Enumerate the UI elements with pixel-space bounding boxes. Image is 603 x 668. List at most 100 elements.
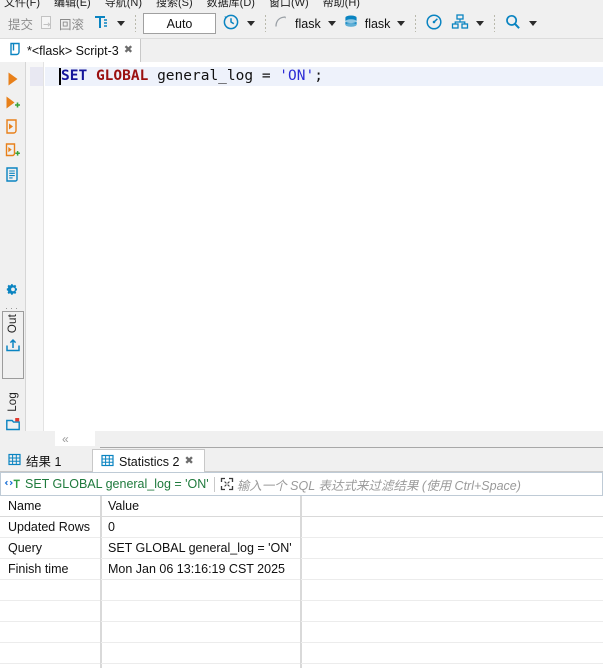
dashboard-button[interactable] <box>421 12 447 36</box>
menu-item-navigate[interactable]: 导航(N) <box>105 0 142 9</box>
connection-plug-icon <box>273 14 289 33</box>
toolbar-separator-2 <box>265 15 267 32</box>
database-selector[interactable]: flask <box>341 12 395 36</box>
commit-button[interactable]: 提交 <box>3 12 37 36</box>
dashboard-gauge-icon <box>425 13 443 34</box>
transaction-log-caret-icon[interactable] <box>247 21 256 26</box>
execute-script-new-tab-icon[interactable] <box>4 142 22 160</box>
search-button[interactable] <box>500 12 526 36</box>
chevron-left-icon[interactable]: « <box>62 433 69 445</box>
column-header-filler <box>302 496 603 517</box>
toolbar-separator-4 <box>494 15 496 32</box>
sql-statement[interactable]: SET GLOBAL general_log = 'ON'; <box>61 67 323 86</box>
filter-current-query: SET GLOBAL general_log = 'ON' <box>25 477 209 491</box>
results-tab-label: 结果 1 <box>26 455 62 469</box>
log-vertical-tab[interactable]: Log <box>2 392 24 435</box>
database-icon <box>343 14 359 33</box>
toolbar-separator-3 <box>415 15 417 32</box>
editor-side-rail: ··· Out Log <box>0 62 26 431</box>
sql-terminator: ; <box>314 68 323 84</box>
editor-tab-script-3[interactable]: *<flask> Script-3 ✖ <box>0 39 141 62</box>
transaction-mode-combo[interactable]: Auto <box>143 13 217 34</box>
schema-compare-button[interactable] <box>447 12 473 36</box>
results-filter-bar[interactable]: SET GLOBAL general_log = 'ON' 输入一个 SQL 表… <box>0 472 603 496</box>
row-filler <box>302 517 603 538</box>
settings-gear-icon[interactable] <box>4 282 22 304</box>
output-vertical-tab[interactable]: Out <box>2 314 24 356</box>
row-value[interactable]: SET GLOBAL general_log = 'ON' <box>102 538 301 559</box>
menu-bar: 文件(F) 编辑(E) 导航(N) 搜索(S) 数据库(D) 窗口(W) 帮助(… <box>0 0 603 9</box>
editor-tab-bar: *<flask> Script-3 ✖ <box>0 39 603 63</box>
column-header-value[interactable]: Value <box>102 496 301 517</box>
column-header-name[interactable]: Name <box>0 496 101 517</box>
menu-item-database[interactable]: 数据库(D) <box>207 0 255 9</box>
table-row[interactable]: Updated Rows 0 <box>0 517 603 538</box>
table-row[interactable]: Query SET GLOBAL general_log = 'ON' <box>0 538 603 559</box>
menu-item-edit[interactable]: 编辑(E) <box>54 0 91 9</box>
statistics-grid[interactable]: Name Value Updated Rows 0 Query SET GLOB… <box>0 496 603 668</box>
gutter-current-line <box>30 67 43 86</box>
table-row-empty[interactable] <box>0 622 603 643</box>
explain-plan-icon[interactable] <box>4 166 22 184</box>
transaction-mode-value: Auto <box>166 16 193 31</box>
history-clock-icon <box>222 13 240 34</box>
transaction-mode-icon <box>93 14 110 34</box>
results-tab-result-1[interactable]: 结果 1 <box>0 449 92 472</box>
filter-input[interactable]: 输入一个 SQL 表达式来过滤结果 (使用 Ctrl+Space) <box>234 475 521 494</box>
filter-expression-icon[interactable] <box>1 477 21 491</box>
results-tab-bar: 结果 1 Statistics 2 ✖ <box>0 449 603 473</box>
execute-script-icon[interactable] <box>4 94 22 112</box>
connection-caret-icon[interactable] <box>327 21 336 26</box>
sql-editor[interactable]: SET GLOBAL general_log = 'ON'; <box>26 62 603 431</box>
sql-keyword-global: GLOBAL <box>95 68 149 84</box>
results-tab-statistics-2[interactable]: Statistics 2 ✖ <box>92 449 205 473</box>
table-row-empty[interactable] <box>0 601 603 622</box>
toolbar-separator <box>135 15 137 32</box>
table-row-empty[interactable] <box>0 643 603 664</box>
table-row-empty[interactable] <box>0 664 603 668</box>
execute-statement-icon[interactable] <box>4 70 22 88</box>
dbeaver-window: 文件(F) 编辑(E) 导航(N) 搜索(S) 数据库(D) 窗口(W) 帮助(… <box>0 0 603 668</box>
transaction-log-button[interactable] <box>218 12 244 36</box>
search-caret-icon[interactable] <box>529 21 538 26</box>
results-tab-label: Statistics 2 <box>119 454 180 469</box>
rollback-button[interactable]: 回滚 <box>37 12 88 36</box>
output-tab-label: Out <box>7 314 19 334</box>
sql-string-literal: 'ON' <box>279 68 315 84</box>
schema-compare-caret-icon[interactable] <box>476 21 485 26</box>
output-icon <box>5 337 21 356</box>
database-caret-icon[interactable] <box>397 21 406 26</box>
close-icon[interactable]: ✖ <box>124 45 133 56</box>
execute-new-tab-icon[interactable] <box>4 118 22 136</box>
sql-identifier: general_log = <box>157 68 280 84</box>
editor-tab-label: *<flask> Script-3 <box>27 43 119 58</box>
menu-item-file[interactable]: 文件(F) <box>4 0 40 9</box>
main-toolbar: 提交 回滚 Auto flask flask <box>0 9 603 39</box>
grid-icon <box>101 454 114 470</box>
row-value[interactable]: Mon Jan 06 13:16:19 CST 2025 <box>102 559 301 580</box>
row-value[interactable]: 0 <box>102 517 301 538</box>
menu-item-window[interactable]: 窗口(W) <box>269 0 309 9</box>
sql-keyword-set: SET <box>61 68 88 84</box>
database-label: flask <box>364 16 391 31</box>
log-tab-label: Log <box>7 392 19 412</box>
sql-script-icon <box>8 42 22 59</box>
filter-separator <box>213 476 215 492</box>
table-row-empty[interactable] <box>0 580 603 601</box>
row-name[interactable]: Query <box>0 538 101 559</box>
menu-item-help[interactable]: 帮助(H) <box>323 0 360 9</box>
table-header-row: Name Value <box>0 496 603 517</box>
table-row[interactable]: Finish time Mon Jan 06 13:16:19 CST 2025 <box>0 559 603 580</box>
row-filler <box>302 559 603 580</box>
rollback-icon <box>39 15 54 33</box>
expand-icon[interactable] <box>220 477 234 491</box>
menu-item-search[interactable]: 搜索(S) <box>156 0 193 9</box>
connection-selector[interactable]: flask <box>271 12 325 36</box>
rollback-label: 回滚 <box>59 18 85 32</box>
row-name[interactable]: Updated Rows <box>0 517 101 538</box>
close-icon[interactable]: ✖ <box>184 456 193 467</box>
transaction-mode-caret-icon[interactable] <box>117 21 126 26</box>
transaction-mode-button[interactable] <box>88 12 114 36</box>
menu-items: 文件(F) 编辑(E) 导航(N) 搜索(S) 数据库(D) 窗口(W) 帮助(… <box>0 0 360 9</box>
row-name[interactable]: Finish time <box>0 559 101 580</box>
